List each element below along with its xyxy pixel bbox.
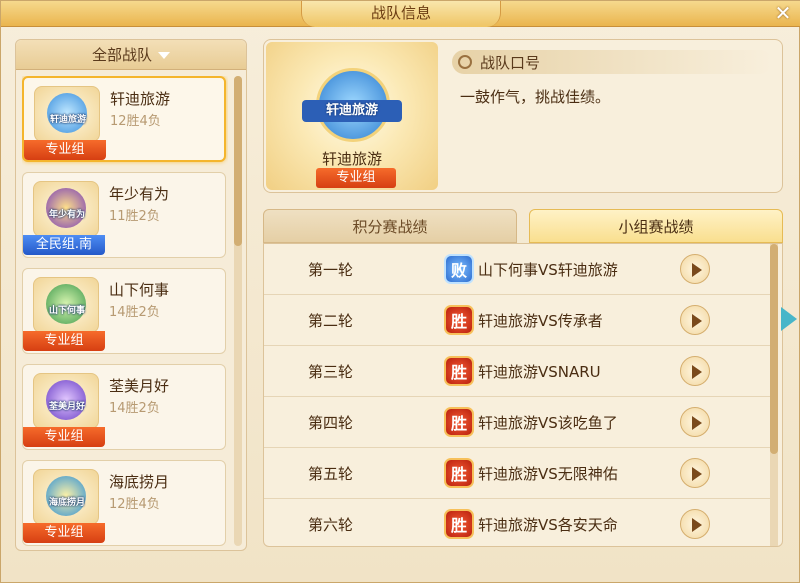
team-name: 轩迪旅游 <box>321 150 382 168</box>
win-badge-icon: 胜 <box>444 458 474 488</box>
round-label: 第四轮 <box>308 414 354 432</box>
matchup-text: 轩迪旅游VSNARU <box>478 363 601 381</box>
matchup-text: 轩迪旅游VS该吃鱼了 <box>478 414 618 432</box>
group-tag: 专业组 <box>23 523 105 543</box>
team-emblem-box: 轩迪旅游 轩迪旅游 专业组 <box>266 42 438 190</box>
team-list-panel: 全部战队 轩迪旅游 专业组 轩迪旅游 12胜4负 年少有为 全民组.南 年少有为… <box>15 39 247 551</box>
win-badge-icon: 胜 <box>444 509 474 539</box>
team-name: 荃美月好 <box>109 377 170 395</box>
play-icon <box>692 314 702 328</box>
round-label: 第二轮 <box>308 312 354 330</box>
scrollbar-thumb[interactable] <box>770 244 778 454</box>
team-filter-label: 全部战队 <box>91 46 152 64</box>
match-row: 第三轮 胜 轩迪旅游VSNARU <box>264 346 770 397</box>
title-bar: 战队信息 ✕ <box>1 1 800 27</box>
round-label: 第一轮 <box>308 261 354 279</box>
team-list-scrollbar[interactable] <box>234 76 242 546</box>
slogan-label: 战队口号 <box>480 54 541 72</box>
scrollbar-thumb[interactable] <box>234 76 242 246</box>
swirl-icon <box>458 55 472 69</box>
team-logo-text: 年少有为 <box>48 210 85 220</box>
team-record: 12胜4负 <box>109 497 160 512</box>
match-row: 第二轮 胜 轩迪旅游VS传承者 <box>264 295 770 346</box>
arrow-right-icon[interactable] <box>781 307 797 331</box>
team-record: 14胜2负 <box>109 305 160 320</box>
play-icon <box>692 263 702 277</box>
play-icon <box>692 518 702 532</box>
team-name: 轩迪旅游 <box>110 90 171 108</box>
play-replay-button[interactable] <box>680 407 710 437</box>
chevron-down-icon <box>158 52 170 59</box>
group-tag: 全民组.南 <box>23 235 105 255</box>
group-tag: 专业组 <box>23 331 105 351</box>
team-logo-text: 轩迪旅游 <box>302 100 402 122</box>
match-row: 第四轮 胜 轩迪旅游VS该吃鱼了 <box>264 397 770 448</box>
play-replay-button[interactable] <box>680 458 710 488</box>
team-logo: 年少有为 <box>33 181 99 237</box>
matchup-text: 山下何事VS轩迪旅游 <box>478 261 618 279</box>
team-record: 14胜2负 <box>109 401 160 416</box>
tab-points-record[interactable]: 积分赛战绩 <box>263 209 517 243</box>
play-replay-button[interactable] <box>680 254 710 284</box>
team-filter-dropdown[interactable]: 全部战队 <box>16 40 246 70</box>
play-replay-button[interactable] <box>680 509 710 539</box>
play-replay-button[interactable] <box>680 305 710 335</box>
match-row: 第五轮 胜 轩迪旅游VS无限神佑 <box>264 448 770 499</box>
matchup-text: 轩迪旅游VS各安天命 <box>478 516 618 534</box>
round-label: 第三轮 <box>308 363 354 381</box>
group-tag: 专业组 <box>316 168 396 188</box>
lose-badge-icon: 败 <box>444 254 474 284</box>
tab-group-stage-record[interactable]: 小组赛战绩 <box>529 209 783 243</box>
team-card[interactable]: 山下何事 专业组 山下何事 14胜2负 <box>22 268 226 354</box>
match-row: 第六轮 胜 轩迪旅游VS各安天命 <box>264 499 770 546</box>
play-replay-button[interactable] <box>680 356 710 386</box>
team-record: 12胜4负 <box>110 114 161 129</box>
matchup-text: 轩迪旅游VS传承者 <box>478 312 603 330</box>
team-card[interactable]: 海底捞月 专业组 海底捞月 12胜4负 <box>22 460 226 546</box>
win-badge-icon: 胜 <box>444 356 474 386</box>
group-tag: 专业组 <box>24 140 106 160</box>
team-logo: 轩迪旅游 <box>34 86 100 142</box>
team-logo: 海底捞月 <box>33 469 99 525</box>
matchup-text: 轩迪旅游VS无限神佑 <box>478 465 618 483</box>
team-name: 山下何事 <box>109 281 170 299</box>
round-label: 第五轮 <box>308 465 354 483</box>
team-list[interactable]: 轩迪旅游 专业组 轩迪旅游 12胜4负 年少有为 全民组.南 年少有为 11胜2… <box>22 76 228 546</box>
team-logo-text: 轩迪旅游 <box>49 115 86 125</box>
play-icon <box>692 416 702 430</box>
team-logo-text: 海底捞月 <box>48 498 85 508</box>
window-title: 战队信息 <box>301 1 501 27</box>
team-name: 年少有为 <box>109 185 170 203</box>
team-logo: 荃美月好 <box>33 373 99 429</box>
team-logo-text: 山下何事 <box>48 306 85 316</box>
team-logo: 山下何事 <box>33 277 99 333</box>
play-icon <box>692 365 702 379</box>
team-card[interactable]: 荃美月好 专业组 荃美月好 14胜2负 <box>22 364 226 450</box>
close-button[interactable]: ✕ <box>771 2 795 26</box>
match-list: 第一轮 败 山下何事VS轩迪旅游 第二轮 胜 轩迪旅游VS传承者 第三轮 胜 轩… <box>263 243 783 547</box>
team-card[interactable]: 轩迪旅游 专业组 轩迪旅游 12胜4负 <box>22 76 226 162</box>
team-card[interactable]: 年少有为 全民组.南 年少有为 11胜2负 <box>22 172 226 258</box>
win-badge-icon: 胜 <box>444 305 474 335</box>
slogan-header: 战队口号 <box>452 50 772 74</box>
team-record: 11胜2负 <box>109 209 160 224</box>
match-list-scrollbar[interactable] <box>770 244 778 546</box>
round-label: 第六轮 <box>308 516 354 534</box>
slogan-text: 一鼓作气，挑战佳绩。 <box>460 88 611 106</box>
team-info-window: 战队信息 ✕ 全部战队 轩迪旅游 专业组 轩迪旅游 12胜4负 年少有为 全民组… <box>0 0 800 583</box>
match-row: 第一轮 败 山下何事VS轩迪旅游 <box>264 244 770 295</box>
group-tag: 专业组 <box>23 427 105 447</box>
win-badge-icon: 胜 <box>444 407 474 437</box>
team-name: 海底捞月 <box>109 473 170 491</box>
team-logo-text: 荃美月好 <box>48 402 85 412</box>
team-info-panel: 轩迪旅游 轩迪旅游 专业组 战队口号 一鼓作气，挑战佳绩。 <box>263 39 783 193</box>
play-icon <box>692 467 702 481</box>
